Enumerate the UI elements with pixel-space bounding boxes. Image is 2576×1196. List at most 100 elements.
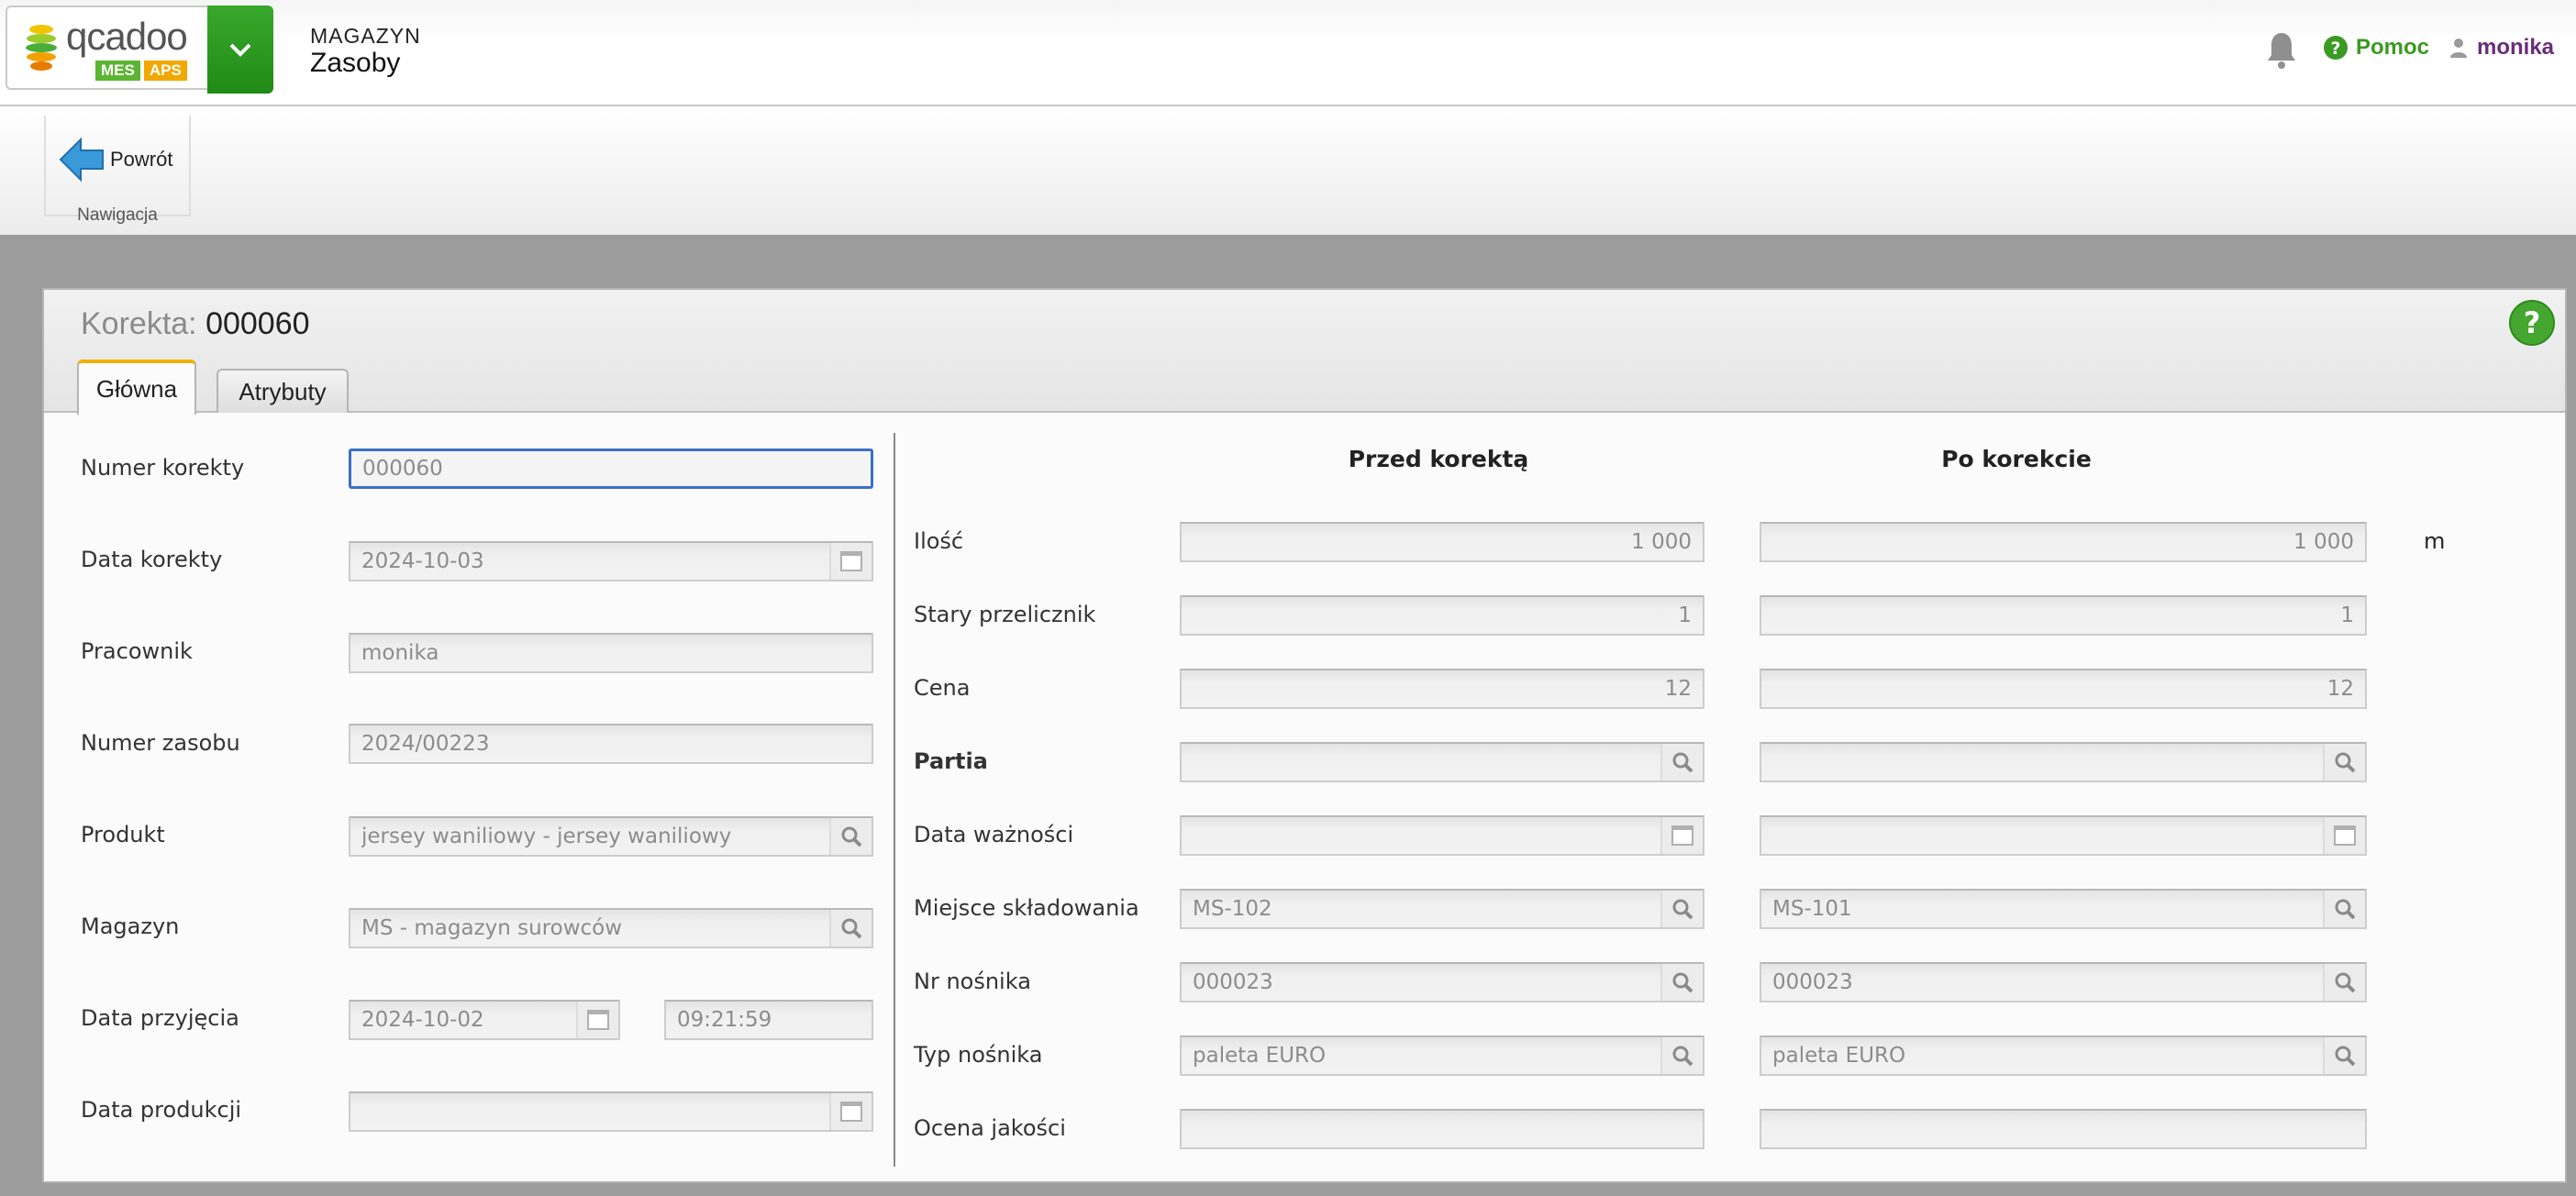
search-icon <box>1672 899 1693 920</box>
correction-date-field[interactable]: 2024-10-03 <box>349 541 873 581</box>
production-date-field[interactable] <box>349 1091 873 1132</box>
calendar-icon <box>2334 825 2356 846</box>
label-price: Cena <box>914 675 971 701</box>
old-conversion-after-field[interactable]: 1 <box>1760 595 2367 636</box>
expiry-before-field[interactable] <box>1180 815 1704 856</box>
label-receipt-date: Data przyjęcia <box>81 1005 239 1031</box>
label-correction-date: Data korekty <box>81 547 223 572</box>
logo-text: qcadoo <box>66 15 188 58</box>
receipt-date-field[interactable]: 2024-10-02 <box>349 1000 620 1040</box>
calendar-icon <box>587 1010 609 1030</box>
user-menu[interactable]: monika <box>2449 35 2554 61</box>
storage-before-value: MS-102 <box>1193 897 1272 921</box>
storage-before-field[interactable]: MS-102 <box>1180 889 1704 929</box>
main-menu-button[interactable] <box>207 6 273 94</box>
storage-before-lookup-button[interactable] <box>1660 891 1703 927</box>
carrier-number-before-field[interactable]: 000023 <box>1180 962 1704 1002</box>
batch-before-field[interactable] <box>1180 742 1704 782</box>
svg-text:?: ? <box>2330 39 2340 59</box>
expiry-after-field[interactable] <box>1760 815 2367 856</box>
label-batch: Partia <box>914 748 988 774</box>
ribbon: Powrót Nawigacja <box>0 106 2576 235</box>
receipt-time-field[interactable]: 09:21:59 <box>664 1000 873 1040</box>
calendar-button[interactable] <box>829 543 872 580</box>
receipt-date-value: 2024-10-02 <box>361 1008 484 1032</box>
old-conversion-after-value: 1 <box>2340 604 2354 627</box>
quantity-after-field[interactable]: 1 000 <box>1760 522 2367 562</box>
product-lookup-button[interactable] <box>829 818 872 855</box>
search-icon <box>1672 1046 1693 1067</box>
logo-mark-icon <box>26 25 57 71</box>
back-button[interactable]: Powrót <box>59 136 172 183</box>
notifications-button[interactable] <box>2266 31 2297 73</box>
svg-text:?: ? <box>2524 305 2541 340</box>
receipt-time-value: 09:21:59 <box>677 1008 772 1032</box>
label-production-date: Data produkcji <box>81 1097 242 1123</box>
batch-after-field[interactable] <box>1760 742 2367 782</box>
tab-attributes[interactable]: Atrybuty <box>217 369 349 413</box>
carrier-number-after-value: 000023 <box>1772 970 1853 994</box>
storage-after-lookup-button[interactable] <box>2323 891 2365 927</box>
resource-number-field[interactable]: 2024/00223 <box>349 724 873 764</box>
price-before-field[interactable]: 12 <box>1180 669 1704 709</box>
label-warehouse: Magazyn <box>81 914 180 939</box>
correction-number-value: 000060 <box>362 457 443 481</box>
mes-badge: MES <box>95 61 140 81</box>
quantity-before-value: 1 000 <box>1631 530 1692 554</box>
old-conversion-before-field[interactable]: 1 <box>1180 595 1704 636</box>
help-circle-icon: ? <box>2324 36 2348 60</box>
calendar-button[interactable] <box>829 1093 872 1130</box>
user-name: monika <box>2477 35 2555 60</box>
carrier-type-before-lookup-button[interactable] <box>1660 1037 1703 1074</box>
label-product: Produkt <box>81 822 165 847</box>
carrier-number-after-lookup-button[interactable] <box>2323 964 2365 1001</box>
calendar-button[interactable] <box>2323 817 2365 854</box>
carrier-number-after-field[interactable]: 000023 <box>1760 962 2367 1002</box>
carrier-type-after-lookup-button[interactable] <box>2323 1037 2365 1074</box>
search-icon <box>2335 752 2356 773</box>
batch-after-lookup-button[interactable] <box>2323 744 2365 781</box>
price-before-value: 12 <box>1664 677 1692 701</box>
quantity-before-field[interactable]: 1 000 <box>1180 522 1704 562</box>
warehouse-value: MS - magazyn surowców <box>361 916 623 940</box>
search-icon <box>841 826 862 847</box>
calendar-button[interactable] <box>576 1002 618 1038</box>
warehouse-field[interactable]: MS - magazyn surowców <box>349 908 873 948</box>
user-icon <box>2450 39 2467 58</box>
label-worker: Pracownik <box>81 638 193 664</box>
help-link[interactable]: ? Pomoc <box>2323 35 2429 61</box>
bell-icon <box>2268 33 2295 69</box>
panel-help-button[interactable]: ? <box>2508 299 2556 350</box>
search-icon <box>841 918 862 939</box>
product-field[interactable]: jersey waniliowy - jersey waniliowy <box>349 816 873 857</box>
qcadoo-logo[interactable]: qcadoo MES APS <box>6 6 207 90</box>
batch-before-lookup-button[interactable] <box>1660 744 1703 781</box>
product-value: jersey waniliowy - jersey waniliowy <box>361 825 732 848</box>
price-after-field[interactable]: 12 <box>1760 669 2367 709</box>
storage-after-value: MS-101 <box>1772 897 1852 921</box>
panel-title: Korekta: 000060 <box>81 306 310 342</box>
correction-date-value: 2024-10-03 <box>361 549 484 573</box>
calendar-icon <box>1671 825 1693 846</box>
quality-before-field[interactable] <box>1180 1109 1704 1149</box>
tab-main[interactable]: Główna <box>77 360 196 415</box>
search-icon <box>2335 972 2356 993</box>
quality-after-field[interactable] <box>1760 1109 2367 1149</box>
calendar-button[interactable] <box>1660 817 1703 854</box>
label-quantity: Ilość <box>914 528 964 554</box>
search-icon <box>2335 1046 2356 1067</box>
storage-after-field[interactable]: MS-101 <box>1760 889 2367 929</box>
warehouse-lookup-button[interactable] <box>829 910 872 947</box>
worker-field[interactable]: monika <box>349 633 873 673</box>
label-old-conversion: Stary przelicznik <box>914 602 1096 627</box>
search-icon <box>1672 752 1693 773</box>
calendar-icon <box>840 551 862 571</box>
ribbon-group-navigation: Powrót <box>44 116 191 216</box>
resource-number-value: 2024/00223 <box>361 732 490 756</box>
carrier-number-before-lookup-button[interactable] <box>1660 964 1703 1001</box>
back-label: Powrót <box>110 148 173 171</box>
carrier-type-after-field[interactable]: paleta EURO <box>1760 1035 2367 1076</box>
label-resource-number: Numer zasobu <box>81 730 240 756</box>
carrier-type-before-field[interactable]: paleta EURO <box>1180 1035 1704 1076</box>
correction-number-field[interactable]: 000060 <box>349 448 873 489</box>
